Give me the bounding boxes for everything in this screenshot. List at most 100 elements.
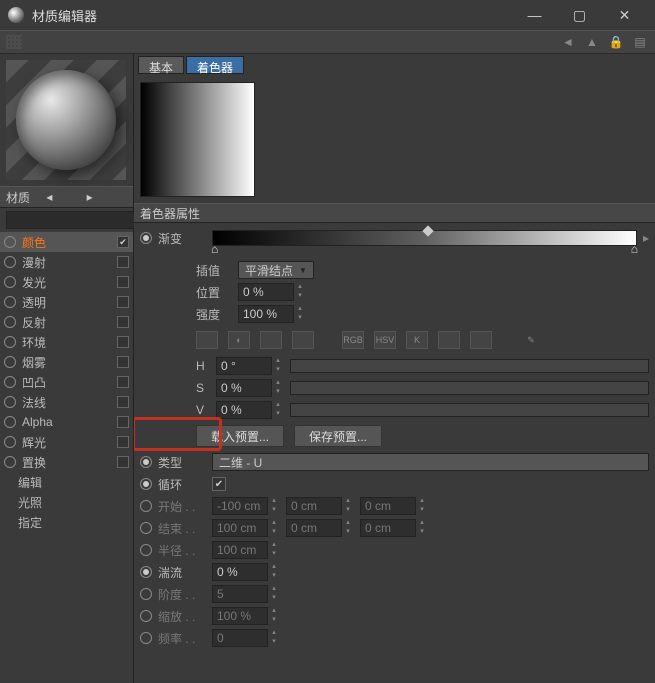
h-slider[interactable]	[290, 359, 649, 373]
channel-radio[interactable]	[4, 316, 16, 328]
freq-field[interactable]: 0	[212, 629, 268, 647]
end-x-field[interactable]: 100 cm	[212, 519, 268, 537]
lock-icon[interactable]: 🔒	[607, 33, 625, 51]
channel-烟雾[interactable]: 烟雾	[0, 352, 133, 372]
maximize-button[interactable]: ▢	[557, 0, 602, 30]
end-z-field[interactable]: 0 cm	[360, 519, 416, 537]
up-arrow-icon[interactable]: ▲	[583, 33, 601, 51]
channel-radio[interactable]	[4, 356, 16, 368]
load-preset-button[interactable]: 载入预置...	[196, 425, 284, 447]
rgb-mode-icon[interactable]: RGB	[342, 331, 364, 349]
scale-radio[interactable]	[140, 610, 152, 622]
channel-radio[interactable]	[4, 376, 16, 388]
start-radio[interactable]	[140, 500, 152, 512]
channel-radio[interactable]	[4, 416, 16, 428]
channel-checkbox[interactable]	[117, 276, 129, 288]
shader-preview[interactable]	[140, 82, 255, 197]
spectrum-icon[interactable]	[260, 331, 282, 349]
channel-checkbox[interactable]	[117, 396, 129, 408]
v-slider[interactable]	[290, 403, 649, 417]
channel-radio[interactable]	[4, 396, 16, 408]
wheel-icon[interactable]: ◐	[228, 331, 250, 349]
channel-凹凸[interactable]: 凹凸	[0, 372, 133, 392]
start-z-field[interactable]: 0 cm	[360, 497, 416, 515]
eyedropper-icon[interactable]: ✎	[520, 331, 542, 349]
start-x-field[interactable]: -100 cm	[212, 497, 268, 515]
minimize-button[interactable]: —	[512, 0, 557, 30]
octave-field[interactable]: 5	[212, 585, 268, 603]
mixer-icon[interactable]	[438, 331, 460, 349]
material-preview[interactable]	[6, 60, 126, 180]
type-radio[interactable]	[140, 456, 152, 468]
channel-Alpha[interactable]: Alpha	[0, 412, 133, 432]
channel-发光[interactable]: 发光	[0, 272, 133, 292]
next-material-icon[interactable]: ▸	[87, 190, 127, 204]
channel-checkbox[interactable]: ✔	[117, 236, 129, 248]
turb-radio[interactable]	[140, 566, 152, 578]
channel-法线[interactable]: 法线	[0, 392, 133, 412]
type-dropdown[interactable]: 二维 - U	[212, 453, 649, 471]
swatches-icon[interactable]	[470, 331, 492, 349]
turb-field[interactable]: 0 %	[212, 563, 268, 581]
end-radio[interactable]	[140, 522, 152, 534]
channel-checkbox[interactable]	[117, 296, 129, 308]
tab-basic[interactable]: 基本	[138, 56, 184, 74]
octave-radio[interactable]	[140, 588, 152, 600]
h-field[interactable]: 0 °	[216, 357, 272, 375]
channel-radio[interactable]	[4, 336, 16, 348]
channel-radio[interactable]	[4, 276, 16, 288]
channel-checkbox[interactable]	[117, 376, 129, 388]
channel-颜色[interactable]: 颜色 ✔	[0, 232, 133, 252]
channel-radio[interactable]	[4, 236, 16, 248]
channel-checkbox[interactable]	[117, 456, 129, 468]
channel-辉光[interactable]: 辉光	[0, 432, 133, 452]
gradient-knot[interactable]	[423, 225, 434, 236]
k-mode-icon[interactable]: K	[406, 331, 428, 349]
radius-radio[interactable]	[140, 544, 152, 556]
subchannel-光照[interactable]: 光照	[0, 492, 133, 512]
start-y-field[interactable]: 0 cm	[286, 497, 342, 515]
cycle-checkbox[interactable]: ✔	[212, 477, 226, 491]
subchannel-编辑[interactable]: 编辑	[0, 472, 133, 492]
swatch-icon[interactable]	[196, 331, 218, 349]
channel-radio[interactable]	[4, 436, 16, 448]
interp-dropdown[interactable]: 平滑结点 ▼	[238, 261, 314, 279]
radius-field[interactable]: 100 cm	[212, 541, 268, 559]
position-field[interactable]: 0 %	[238, 283, 294, 301]
cycle-radio[interactable]	[140, 478, 152, 490]
channel-checkbox[interactable]	[117, 416, 129, 428]
save-preset-button[interactable]: 保存预置...	[294, 425, 382, 447]
channel-radio[interactable]	[4, 256, 16, 268]
intensity-field[interactable]: 100 %	[238, 305, 294, 323]
channel-漫射[interactable]: 漫射	[0, 252, 133, 272]
channel-radio[interactable]	[4, 296, 16, 308]
freq-radio[interactable]	[140, 632, 152, 644]
gradient-handle-left[interactable]: ⌂	[211, 243, 218, 255]
channel-置换[interactable]: 置换	[0, 452, 133, 472]
channel-checkbox[interactable]	[117, 436, 129, 448]
s-field[interactable]: 0 %	[216, 379, 272, 397]
prev-arrow-icon[interactable]: ◄	[559, 33, 577, 51]
channel-checkbox[interactable]	[117, 336, 129, 348]
end-y-field[interactable]: 0 cm	[286, 519, 342, 537]
s-slider[interactable]	[290, 381, 649, 395]
close-button[interactable]: ✕	[602, 0, 647, 30]
gradient-radio[interactable]	[140, 232, 152, 244]
channel-checkbox[interactable]	[117, 256, 129, 268]
prev-material-icon[interactable]: ◂	[46, 190, 86, 204]
channel-反射[interactable]: 反射	[0, 312, 133, 332]
scale-field[interactable]: 100 %	[212, 607, 268, 625]
hsv-mode-icon[interactable]: HSV	[374, 331, 396, 349]
channel-透明[interactable]: 透明	[0, 292, 133, 312]
channel-checkbox[interactable]	[117, 316, 129, 328]
channel-checkbox[interactable]	[117, 356, 129, 368]
menu-icon[interactable]: ▤	[631, 33, 649, 51]
tab-shader[interactable]: 着色器	[186, 56, 244, 74]
gradient-expand-icon[interactable]: ▸	[643, 231, 649, 245]
subchannel-指定[interactable]: 指定	[0, 512, 133, 532]
gradient-handle-right[interactable]: ⌂	[631, 243, 638, 255]
v-field[interactable]: 0 %	[216, 401, 272, 419]
picture-icon[interactable]	[292, 331, 314, 349]
gradient-bar[interactable]: ⌂ ⌂	[212, 230, 637, 246]
channel-radio[interactable]	[4, 456, 16, 468]
